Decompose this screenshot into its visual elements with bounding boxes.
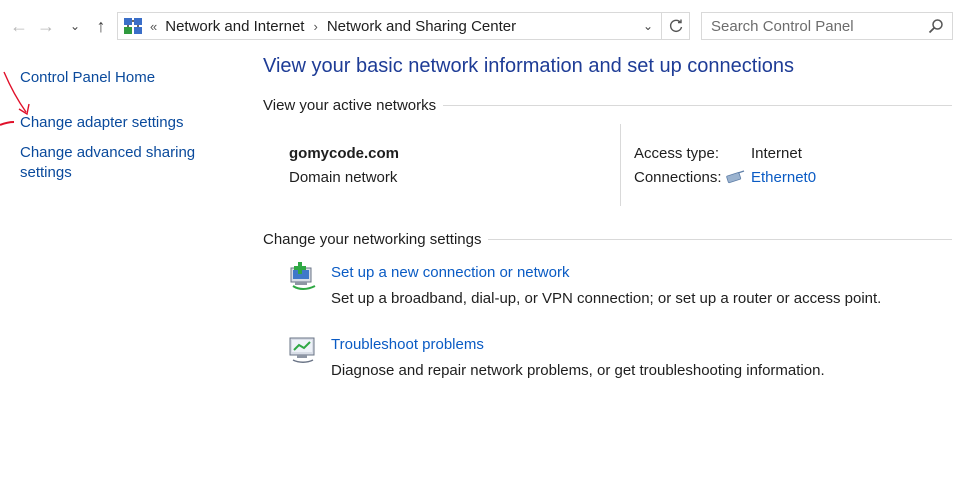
network-category: Domain network — [289, 169, 398, 186]
nav-link-change-advanced-sharing-settings[interactable]: Change advanced sharing settings — [20, 143, 210, 183]
network-name: gomycode.com — [289, 145, 400, 162]
nav-link-change-adapter-settings[interactable]: Change adapter settings — [20, 113, 230, 133]
network-control-panel-icon — [124, 18, 142, 34]
access-type-label: Access type: — [634, 145, 720, 162]
divider — [488, 239, 952, 240]
setup-new-connection-description: Set up a broadband, dial-up, or VPN conn… — [331, 290, 882, 307]
address-dropdown-chevron-down-icon[interactable]: ⌄ — [639, 16, 657, 36]
section-heading: Change your networking settings — [263, 231, 482, 248]
search-icon[interactable] — [928, 18, 944, 34]
left-navigation-pane: Control Panel Home Change adapter settin… — [20, 68, 230, 183]
section-active-networks: View your active networks — [263, 97, 952, 114]
section-change-networking-settings: Change your networking settings — [263, 231, 952, 248]
up-button[interactable]: ↑ — [90, 14, 112, 38]
troubleshoot-problems-link[interactable]: Troubleshoot problems — [331, 336, 484, 353]
breadcrumb-network-and-internet[interactable]: Network and Internet — [165, 18, 304, 35]
setup-new-connection-link[interactable]: Set up a new connection or network — [331, 264, 569, 281]
search-input[interactable]: Search Control Panel — [701, 12, 953, 40]
back-button[interactable]: ← — [8, 14, 30, 38]
section-heading: View your active networks — [263, 97, 437, 114]
new-connection-icon — [290, 262, 316, 290]
ethernet-icon — [726, 170, 745, 184]
nav-link-control-panel-home[interactable]: Control Panel Home — [20, 68, 230, 88]
divider — [443, 105, 952, 106]
breadcrumb-overflow[interactable]: « — [150, 19, 157, 34]
connections-label: Connections: — [634, 169, 722, 186]
breadcrumb-separator-icon[interactable]: › — [313, 19, 317, 34]
forward-button[interactable]: → — [35, 14, 57, 38]
access-type-value: Internet — [751, 145, 802, 162]
search-placeholder: Search Control Panel — [711, 17, 854, 35]
vertical-divider — [620, 124, 621, 206]
refresh-icon — [669, 19, 682, 33]
address-bar-row: ← → ⌄ ↑ « Network and Internet › Network… — [0, 0, 961, 52]
breadcrumb-network-and-sharing-center[interactable]: Network and Sharing Center — [327, 18, 516, 35]
ethernet0-link[interactable]: Ethernet0 — [751, 169, 816, 186]
troubleshoot-problems-description: Diagnose and repair network problems, or… — [331, 362, 825, 379]
page-title: View your basic network information and … — [263, 55, 795, 77]
address-box[interactable]: « Network and Internet › Network and Sha… — [117, 12, 690, 40]
recent-locations-chevron-down-icon[interactable]: ⌄ — [64, 14, 86, 38]
refresh-button[interactable] — [661, 13, 689, 39]
troubleshoot-icon — [289, 337, 315, 363]
